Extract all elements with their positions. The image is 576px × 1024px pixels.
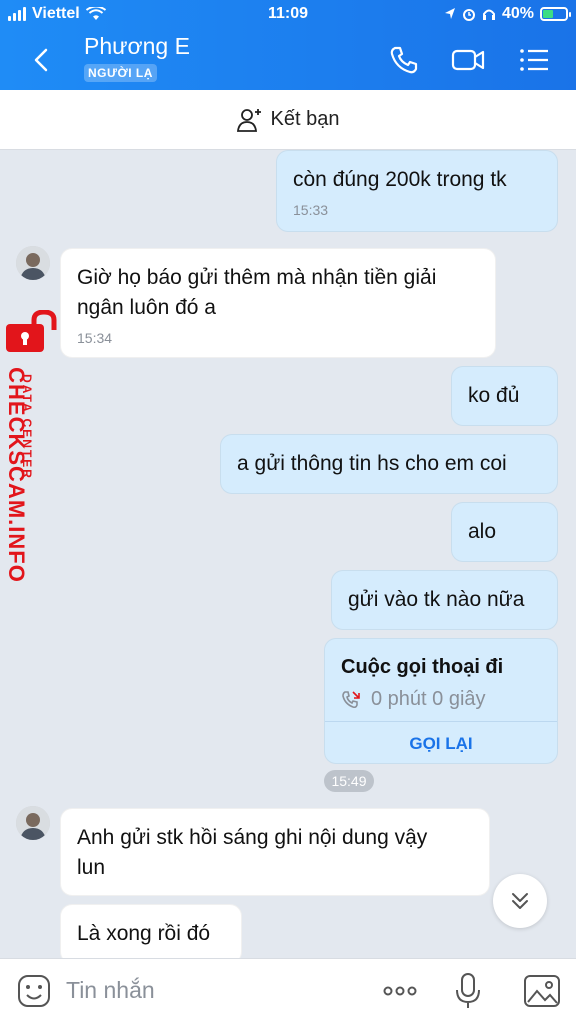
top-bar: Viettel 11:09 40% Phương E NGƯỜI LẠ bbox=[0, 0, 576, 90]
message-text: Là xong rồi đó bbox=[77, 922, 211, 945]
add-friend-icon bbox=[236, 108, 261, 132]
message-text: gửi vào tk nào nữa bbox=[348, 588, 525, 611]
message-text: ko đủ bbox=[468, 384, 520, 407]
checkscam-watermark: CHECKSCAM.INFO DATA CENTER bbox=[2, 310, 60, 590]
message-time: 15:34 bbox=[77, 330, 113, 346]
status-bar: Viettel 11:09 40% bbox=[0, 0, 576, 30]
message-text: còn đúng 200k trong tk bbox=[293, 168, 507, 191]
stranger-badge: NGƯỜI LẠ bbox=[84, 64, 157, 82]
avatar-image bbox=[16, 246, 50, 280]
message-bubble-mine[interactable]: ko đủ bbox=[451, 366, 558, 426]
call-back-button[interactable]: GỌI LẠI bbox=[325, 734, 557, 754]
lock-icon bbox=[6, 310, 57, 352]
call-card-divider bbox=[325, 721, 557, 722]
contact-name[interactable]: Phương E bbox=[84, 33, 190, 60]
message-text-line: Giờ họ báo gửi thêm mà nhận tiền giải bbox=[77, 266, 437, 289]
avatar[interactable] bbox=[16, 246, 50, 280]
avatar[interactable] bbox=[16, 806, 50, 840]
message-bubble-theirs[interactable]: Là xong rồi đó bbox=[60, 904, 242, 964]
phone-icon[interactable] bbox=[386, 42, 422, 78]
alarm-icon bbox=[462, 9, 475, 21]
message-text-line: Anh gửi stk hồi sáng ghi nội dung vậy bbox=[77, 826, 428, 849]
battery-percent: 40% bbox=[501, 5, 534, 22]
call-duration-row: 0 phút 0 giây bbox=[341, 688, 486, 711]
message-time: 15:33 bbox=[293, 202, 329, 218]
message-bubble-mine[interactable]: gửi vào tk nào nữa bbox=[331, 570, 558, 630]
sticker-icon[interactable] bbox=[16, 973, 52, 1009]
image-icon[interactable] bbox=[522, 973, 562, 1009]
add-friend-bar[interactable]: Kết bạn bbox=[0, 90, 576, 150]
scroll-to-bottom-button[interactable] bbox=[493, 874, 547, 928]
avatar-image bbox=[16, 806, 50, 840]
missed-call-icon bbox=[342, 690, 360, 708]
time-separator: 15:49 bbox=[324, 770, 374, 792]
location-icon bbox=[444, 8, 455, 19]
message-text: a gửi thông tin hs cho em coi bbox=[237, 452, 507, 475]
double-chevron-down-icon bbox=[512, 893, 528, 909]
message-bubble-mine[interactable]: còn đúng 200k trong tk 15:33 bbox=[276, 150, 558, 232]
chat-header: Phương E NGƯỜI LẠ bbox=[0, 30, 576, 90]
message-composer: Tin nhắn bbox=[0, 958, 576, 1024]
microphone-icon[interactable] bbox=[450, 971, 486, 1011]
menu-icon[interactable] bbox=[516, 42, 552, 78]
message-bubble-theirs[interactable]: Giờ họ báo gửi thêm mà nhận tiền giải ng… bbox=[60, 248, 496, 358]
video-call-icon[interactable] bbox=[450, 42, 486, 78]
add-friend-label: Kết bạn bbox=[270, 108, 340, 130]
battery-icon bbox=[540, 7, 571, 21]
more-options-icon[interactable] bbox=[380, 973, 420, 1009]
message-text-line: lun bbox=[77, 856, 106, 879]
back-arrow-icon[interactable] bbox=[24, 42, 60, 78]
call-title: Cuộc gọi thoại đi bbox=[341, 656, 504, 678]
message-text-line: ngân luôn đó a bbox=[77, 296, 216, 319]
message-bubble-theirs[interactable]: Anh gửi stk hồi sáng ghi nội dung vậy lu… bbox=[60, 808, 490, 896]
watermark-subtitle: DATA CENTER bbox=[20, 374, 34, 480]
call-duration: 0 phút 0 giây bbox=[371, 688, 486, 710]
message-text: alo bbox=[468, 520, 497, 543]
message-bubble-mine[interactable]: a gửi thông tin hs cho em coi bbox=[220, 434, 558, 494]
message-bubble-mine[interactable]: alo bbox=[451, 502, 558, 562]
message-input[interactable]: Tin nhắn bbox=[66, 977, 155, 1004]
call-card[interactable]: Cuộc gọi thoại đi 0 phút 0 giây GỌI LẠI bbox=[324, 638, 558, 764]
headphones-icon bbox=[482, 9, 495, 20]
